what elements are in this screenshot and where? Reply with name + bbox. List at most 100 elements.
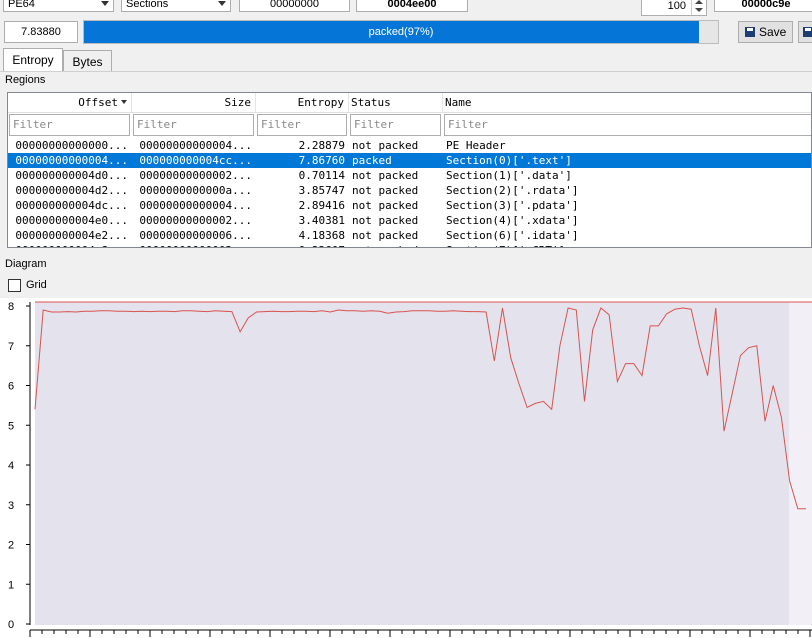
tab-panel-border [0,71,812,72]
y-tick-label: 7 [8,341,14,353]
cell-name: Section(7)['.CRT'] [443,243,811,247]
filter-size[interactable]: Filter [133,114,254,136]
column-header-entropy-label: Entropy [297,96,344,109]
filter-placeholder: Filter [354,118,394,131]
cell-entropy: 7.86760 [298,154,345,167]
entropy-value-field[interactable]: 7.83880 [4,21,78,43]
save-icon [745,27,755,37]
cell-entropy: 3.40381 [298,214,345,227]
size-field[interactable]: 0004ee00 [356,0,468,12]
diagram-heading: Diagram [5,258,47,270]
tab-entropy[interactable]: Entropy [3,48,63,72]
column-header-name-label: Name [445,96,472,109]
offset-field[interactable]: 00000000 [239,0,350,12]
cell-status: not packed [352,139,419,152]
plot-margin [789,302,812,625]
cell-size: 00000000000004... [139,199,252,212]
filter-placeholder: Filter [13,118,53,131]
filter-placeholder: Filter [261,118,301,131]
cell-size: 00000000000002... [132,243,256,247]
cell-size: 00000000000002... [139,169,252,182]
cell-offset: 000000000004e8... [8,243,132,247]
column-header-size[interactable]: Size [132,93,256,113]
progress-label: packed(97%) [368,26,434,38]
cell-status: not packed [352,214,419,227]
count-spinbox[interactable]: 100 [641,0,707,16]
table-row[interactable]: 000000000004dc... 00000000000004... 2.8941… [8,198,811,213]
cell-status: not packed [352,169,419,182]
cell-entropy: 2.89416 [298,199,345,212]
column-header-name[interactable]: Name [443,93,811,113]
cell-name: Section(3)['.pdata'] [446,199,579,212]
y-tick-label: 0 [8,619,14,631]
extra-button[interactable] [798,21,812,43]
plot-area [35,302,789,625]
filter-offset[interactable]: Filter [9,114,130,136]
cell-name: Section(0)['.text'] [446,154,572,167]
column-header-status-label: Status [351,96,391,109]
cell-size: 00000000000002... [139,214,252,227]
save-as-icon [803,27,812,37]
cell-status: not packed [352,184,419,197]
table-row[interactable]: 000000000004e0... 00000000000002... 3.4038… [8,213,811,228]
save-button-label: Save [759,25,787,39]
column-header-offset-label: Offset [78,96,118,109]
cell-size: 000000000004cc... [139,154,252,167]
cell-size: 0000000000000a... [139,184,252,197]
filter-name[interactable]: Filter [444,114,811,136]
table-row[interactable]: 00000000000004... 000000000004cc... 7.8676… [8,153,811,168]
size-field-value: 0004ee00 [387,0,437,10]
column-header-size-label: Size [224,96,252,109]
packed-progress-bar: packed(97%) [83,20,719,44]
cell-entropy: 0.70114 [298,169,345,182]
cell-status: not packed [352,229,419,242]
save-button[interactable]: Save [738,21,793,43]
entropy-chart: 0 1 2 3 4 5 6 7 8 [0,298,812,638]
cell-status: packed [352,154,392,167]
y-tick-label: 4 [8,460,14,472]
cell-offset: 00000000000000... [15,139,128,152]
file-type-select[interactable]: PE64 [3,0,114,12]
cell-entropy: 3.85747 [298,184,345,197]
filter-placeholder: Filter [448,118,488,131]
sort-desc-icon [121,100,127,104]
table-row[interactable]: 00000000000000... 00000000000004... 2.2887… [8,138,811,153]
y-tick-label: 3 [8,500,14,512]
cell-offset: 000000000004e0... [15,214,128,227]
column-header-entropy[interactable]: Entropy [256,93,349,113]
mode-value: Sections [126,0,169,10]
cell-entropy: 2.28879 [298,139,345,152]
cell-size: 00000000000004... [139,139,252,152]
cell-offset: 000000000004dc... [15,199,128,212]
tab-bytes[interactable]: Bytes [63,50,112,72]
cell-offset: 00000000000004... [15,154,128,167]
y-tick-label: 6 [8,381,14,393]
cell-entropy: 0.33607 [256,243,349,247]
column-header-offset[interactable]: Offset [8,93,132,113]
y-tick-label: 1 [8,579,14,591]
arrow-up-icon [695,0,703,4]
filter-placeholder: Filter [137,118,177,131]
entropy-value: 7.83880 [21,26,61,38]
cell-name: Section(1)['.data'] [446,169,572,182]
end-field[interactable]: 00000c9e [714,0,812,12]
cell-offset: 000000000004e2... [15,229,128,242]
filter-status[interactable]: Filter [350,114,441,136]
tab-bytes-label: Bytes [72,55,103,69]
cell-name: Section(2)['.rdata'] [446,184,579,197]
filter-entropy[interactable]: Filter [257,114,347,136]
table-row[interactable]: 000000000004e8...00000000000002...0.3360… [8,243,811,247]
cell-size: 00000000000006... [139,229,252,242]
regions-heading: Regions [5,74,46,86]
grid-checkbox[interactable] [8,279,21,292]
table-row[interactable]: 000000000004d2... 0000000000000a... 3.8574… [8,183,811,198]
cell-offset: 000000000004d2... [15,184,128,197]
regions-table: Offset Size Entropy Status Name Filter F… [7,92,812,248]
arrow-down-icon [695,8,703,12]
table-row[interactable]: 000000000004e2... 00000000000006... 4.1836… [8,228,811,243]
count-value: 100 [667,0,686,12]
spin-buttons[interactable] [691,0,706,15]
column-header-status[interactable]: Status [349,93,443,113]
mode-select[interactable]: Sections [121,0,231,12]
table-row[interactable]: 000000000004d0... 00000000000002... 0.7011… [8,168,811,183]
